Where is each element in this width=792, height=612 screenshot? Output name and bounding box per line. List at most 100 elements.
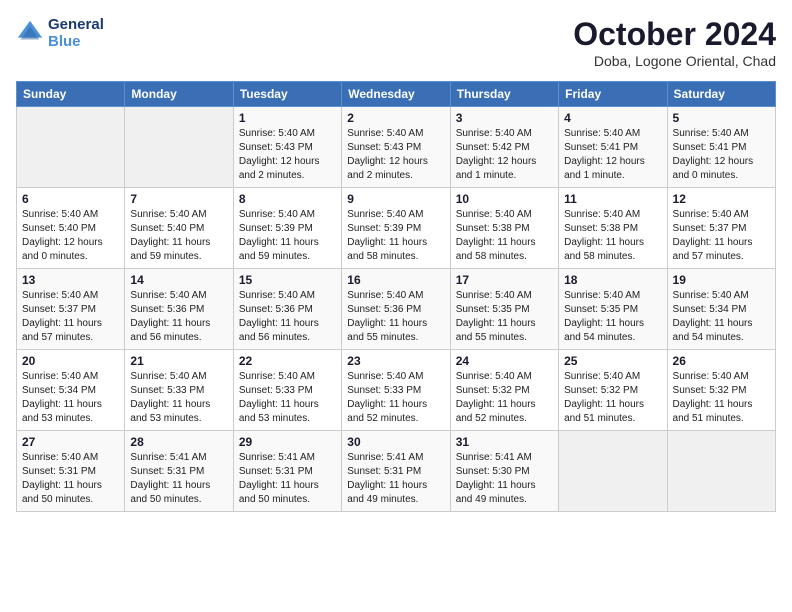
day-info: Sunrise: 5:40 AMSunset: 5:34 PMDaylight:…: [22, 370, 119, 426]
calendar-day-cell: 19 Sunrise: 5:40 AMSunset: 5:34 PMDayligh…: [667, 269, 775, 350]
weekday-header: Friday: [559, 82, 667, 107]
day-info: Sunrise: 5:40 AMSunset: 5:38 PMDaylight:…: [564, 208, 661, 264]
day-number: 4: [564, 111, 661, 125]
day-info: Sunrise: 5:41 AMSunset: 5:30 PMDaylight:…: [456, 451, 553, 507]
day-info: Sunrise: 5:40 AMSunset: 5:36 PMDaylight:…: [130, 289, 227, 345]
calendar-day-cell: 13 Sunrise: 5:40 AMSunset: 5:37 PMDayligh…: [17, 269, 125, 350]
day-info: Sunrise: 5:40 AMSunset: 5:32 PMDaylight:…: [456, 370, 553, 426]
calendar-day-cell: 17 Sunrise: 5:40 AMSunset: 5:35 PMDayligh…: [450, 269, 558, 350]
calendar-day-cell: 5 Sunrise: 5:40 AMSunset: 5:41 PMDaylight…: [667, 107, 775, 188]
day-info: Sunrise: 5:41 AMSunset: 5:31 PMDaylight:…: [239, 451, 336, 507]
day-info: Sunrise: 5:41 AMSunset: 5:31 PMDaylight:…: [347, 451, 444, 507]
day-number: 2: [347, 111, 444, 125]
calendar-day-cell: [667, 431, 775, 512]
calendar-day-cell: 30 Sunrise: 5:41 AMSunset: 5:31 PMDayligh…: [342, 431, 450, 512]
calendar-day-cell: 8 Sunrise: 5:40 AMSunset: 5:39 PMDaylight…: [233, 188, 341, 269]
calendar-day-cell: 24 Sunrise: 5:40 AMSunset: 5:32 PMDayligh…: [450, 350, 558, 431]
day-number: 25: [564, 354, 661, 368]
day-number: 27: [22, 435, 119, 449]
page-header: General Blue October 2024 Doba, Logone O…: [16, 16, 776, 69]
day-number: 7: [130, 192, 227, 206]
day-info: Sunrise: 5:40 AMSunset: 5:43 PMDaylight:…: [239, 127, 336, 183]
day-number: 30: [347, 435, 444, 449]
day-info: Sunrise: 5:40 AMSunset: 5:38 PMDaylight:…: [456, 208, 553, 264]
day-number: 21: [130, 354, 227, 368]
day-info: Sunrise: 5:40 AMSunset: 5:41 PMDaylight:…: [673, 127, 770, 183]
day-info: Sunrise: 5:40 AMSunset: 5:39 PMDaylight:…: [347, 208, 444, 264]
day-info: Sunrise: 5:41 AMSunset: 5:31 PMDaylight:…: [130, 451, 227, 507]
day-info: Sunrise: 5:40 AMSunset: 5:33 PMDaylight:…: [130, 370, 227, 426]
day-info: Sunrise: 5:40 AMSunset: 5:41 PMDaylight:…: [564, 127, 661, 183]
calendar-header-row: SundayMondayTuesdayWednesdayThursdayFrid…: [17, 82, 776, 107]
month-title: October 2024: [573, 16, 776, 53]
day-number: 6: [22, 192, 119, 206]
weekday-header: Monday: [125, 82, 233, 107]
day-number: 5: [673, 111, 770, 125]
day-info: Sunrise: 5:40 AMSunset: 5:33 PMDaylight:…: [347, 370, 444, 426]
weekday-header: Sunday: [17, 82, 125, 107]
day-number: 8: [239, 192, 336, 206]
calendar-day-cell: 20 Sunrise: 5:40 AMSunset: 5:34 PMDayligh…: [17, 350, 125, 431]
calendar-week-row: 6 Sunrise: 5:40 AMSunset: 5:40 PMDaylight…: [17, 188, 776, 269]
day-number: 26: [673, 354, 770, 368]
calendar-day-cell: 4 Sunrise: 5:40 AMSunset: 5:41 PMDaylight…: [559, 107, 667, 188]
day-number: 10: [456, 192, 553, 206]
calendar-day-cell: 7 Sunrise: 5:40 AMSunset: 5:40 PMDaylight…: [125, 188, 233, 269]
calendar-week-row: 13 Sunrise: 5:40 AMSunset: 5:37 PMDayligh…: [17, 269, 776, 350]
day-info: Sunrise: 5:40 AMSunset: 5:33 PMDaylight:…: [239, 370, 336, 426]
weekday-header: Thursday: [450, 82, 558, 107]
day-number: 18: [564, 273, 661, 287]
calendar-day-cell: [125, 107, 233, 188]
title-block: October 2024 Doba, Logone Oriental, Chad: [573, 16, 776, 69]
logo: General Blue: [16, 16, 104, 50]
calendar-day-cell: 21 Sunrise: 5:40 AMSunset: 5:33 PMDayligh…: [125, 350, 233, 431]
calendar-day-cell: 22 Sunrise: 5:40 AMSunset: 5:33 PMDayligh…: [233, 350, 341, 431]
calendar-day-cell: 11 Sunrise: 5:40 AMSunset: 5:38 PMDayligh…: [559, 188, 667, 269]
calendar-day-cell: 9 Sunrise: 5:40 AMSunset: 5:39 PMDaylight…: [342, 188, 450, 269]
calendar-week-row: 27Sunrise: 5:40 AMSunset: 5:31 PMDayligh…: [17, 431, 776, 512]
day-info: Sunrise: 5:40 AMSunset: 5:42 PMDaylight:…: [456, 127, 553, 183]
calendar-day-cell: 10 Sunrise: 5:40 AMSunset: 5:38 PMDayligh…: [450, 188, 558, 269]
calendar-day-cell: 29Sunrise: 5:41 AMSunset: 5:31 PMDayligh…: [233, 431, 341, 512]
day-info: Sunrise: 5:40 AMSunset: 5:36 PMDaylight:…: [239, 289, 336, 345]
day-number: 1: [239, 111, 336, 125]
calendar-day-cell: 23Sunrise: 5:40 AMSunset: 5:33 PMDayligh…: [342, 350, 450, 431]
day-number: 3: [456, 111, 553, 125]
day-number: 22: [239, 354, 336, 368]
calendar-day-cell: 27Sunrise: 5:40 AMSunset: 5:31 PMDayligh…: [17, 431, 125, 512]
calendar-day-cell: 14 Sunrise: 5:40 AMSunset: 5:36 PMDayligh…: [125, 269, 233, 350]
day-info: Sunrise: 5:40 AMSunset: 5:37 PMDaylight:…: [22, 289, 119, 345]
day-number: 28: [130, 435, 227, 449]
day-number: 20: [22, 354, 119, 368]
calendar-day-cell: 2Sunrise: 5:40 AMSunset: 5:43 PMDaylight…: [342, 107, 450, 188]
day-info: Sunrise: 5:40 AMSunset: 5:40 PMDaylight:…: [130, 208, 227, 264]
day-number: 31: [456, 435, 553, 449]
day-number: 14: [130, 273, 227, 287]
day-info: Sunrise: 5:40 AMSunset: 5:34 PMDaylight:…: [673, 289, 770, 345]
calendar-day-cell: 15 Sunrise: 5:40 AMSunset: 5:36 PMDayligh…: [233, 269, 341, 350]
calendar-week-row: 20 Sunrise: 5:40 AMSunset: 5:34 PMDayligh…: [17, 350, 776, 431]
day-number: 13: [22, 273, 119, 287]
calendar-day-cell: 12 Sunrise: 5:40 AMSunset: 5:37 PMDayligh…: [667, 188, 775, 269]
day-number: 11: [564, 192, 661, 206]
calendar-day-cell: 18Sunrise: 5:40 AMSunset: 5:35 PMDayligh…: [559, 269, 667, 350]
day-info: Sunrise: 5:40 AMSunset: 5:35 PMDaylight:…: [456, 289, 553, 345]
calendar-table: SundayMondayTuesdayWednesdayThursdayFrid…: [16, 81, 776, 512]
weekday-header: Wednesday: [342, 82, 450, 107]
day-number: 17: [456, 273, 553, 287]
weekday-header: Saturday: [667, 82, 775, 107]
day-info: Sunrise: 5:40 AMSunset: 5:37 PMDaylight:…: [673, 208, 770, 264]
calendar-day-cell: 25Sunrise: 5:40 AMSunset: 5:32 PMDayligh…: [559, 350, 667, 431]
calendar-day-cell: 1 Sunrise: 5:40 AMSunset: 5:43 PMDaylight…: [233, 107, 341, 188]
day-number: 19: [673, 273, 770, 287]
day-number: 15: [239, 273, 336, 287]
calendar-day-cell: [17, 107, 125, 188]
location-title: Doba, Logone Oriental, Chad: [573, 53, 776, 69]
logo-text: General Blue: [48, 16, 104, 50]
day-number: 24: [456, 354, 553, 368]
day-info: Sunrise: 5:40 AMSunset: 5:36 PMDaylight:…: [347, 289, 444, 345]
day-info: Sunrise: 5:40 AMSunset: 5:39 PMDaylight:…: [239, 208, 336, 264]
day-number: 9: [347, 192, 444, 206]
day-number: 12: [673, 192, 770, 206]
calendar-day-cell: 6Sunrise: 5:40 AMSunset: 5:40 PMDaylight…: [17, 188, 125, 269]
